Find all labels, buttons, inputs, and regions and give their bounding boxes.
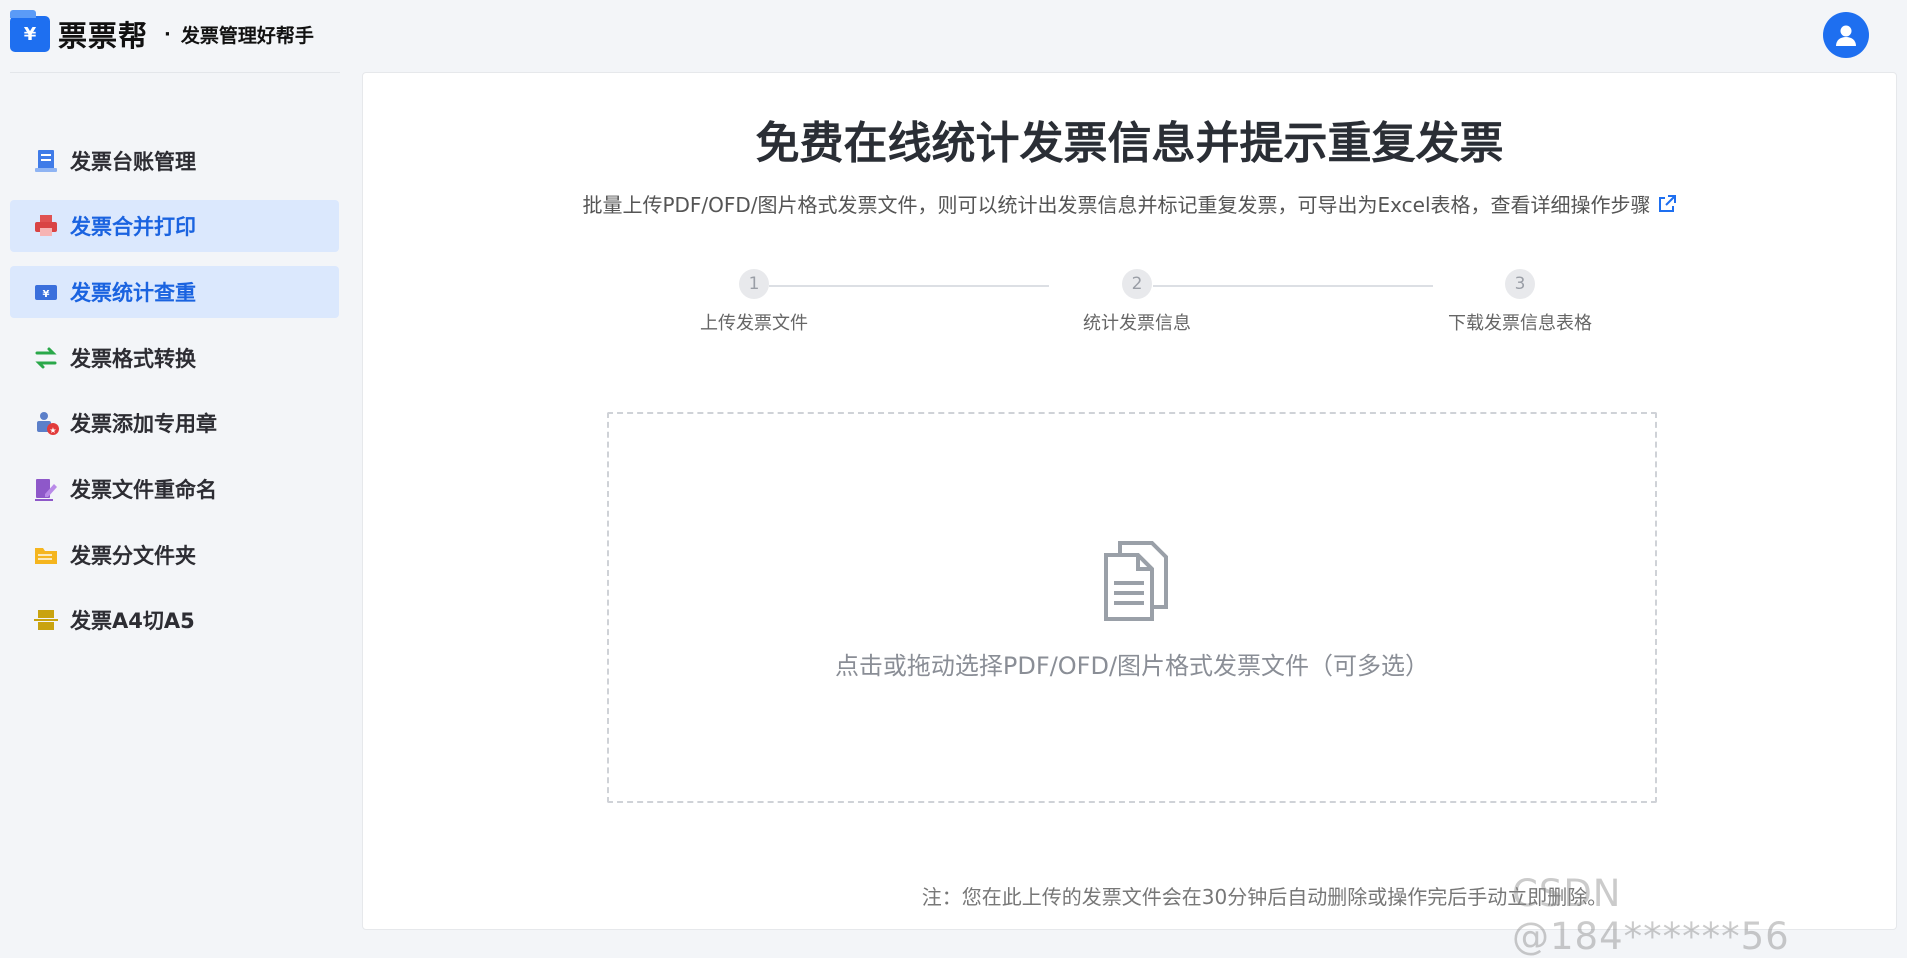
documents-icon: [1100, 539, 1172, 627]
brand-separator: ·: [164, 23, 171, 45]
step-label: 上传发票文件: [700, 313, 808, 334]
sidebar-item-label: 发票合并打印: [70, 215, 196, 239]
sidebar-item-label: 发票文件重命名: [70, 478, 217, 502]
sidebar-item-label: 发票分文件夹: [70, 544, 196, 568]
sidebar-item-folders[interactable]: 发票分文件夹: [10, 529, 339, 581]
stamp-icon: ★: [32, 409, 60, 437]
folder-icon: [32, 541, 60, 569]
file-dropzone[interactable]: 点击或拖动选择PDF/OFD/图片格式发票文件（可多选）: [607, 412, 1657, 803]
steps-indicator: 1 上传发票文件 2 统计发票信息 3 下载发票信息表格: [363, 269, 1896, 349]
step-number: 1: [739, 269, 769, 299]
sidebar-item-label: 发票A4切A5: [70, 609, 195, 633]
sidebar-item-merge-print[interactable]: 发票合并打印: [10, 200, 339, 252]
convert-arrows-icon: [32, 344, 60, 372]
sidebar-item-label: 发票添加专用章: [70, 412, 217, 436]
cut-icon: [32, 606, 60, 634]
step-number: 2: [1122, 269, 1152, 299]
sidebar-item-ledger[interactable]: 发票台账管理: [10, 135, 339, 187]
ledger-icon: [32, 147, 60, 175]
rename-edit-icon: [32, 475, 60, 503]
svg-text:★: ★: [49, 426, 56, 435]
page-title: 免费在线统计发票信息并提示重复发票: [755, 118, 1504, 169]
user-avatar-icon[interactable]: [1823, 12, 1869, 58]
sidebar-item-a4-to-a5[interactable]: 发票A4切A5: [10, 594, 339, 646]
printer-icon: [32, 212, 60, 240]
logo-mark-icon: ¥: [10, 10, 50, 52]
top-bar: ¥ 票票帮 · 发票管理好帮手: [0, 0, 1907, 72]
top-divider: [10, 72, 340, 73]
sidebar-item-label: 发票格式转换: [70, 347, 196, 371]
external-link-icon[interactable]: [1657, 194, 1677, 219]
step-3: 3 下载发票信息表格: [1420, 269, 1620, 335]
svg-text:¥: ¥: [43, 289, 50, 300]
step-number: 3: [1505, 269, 1535, 299]
brand-tagline: 发票管理好帮手: [180, 24, 314, 47]
statistics-icon: ¥: [32, 278, 60, 306]
brand-name: 票票帮: [58, 19, 149, 53]
sidebar-item-format-convert[interactable]: 发票格式转换: [10, 332, 339, 384]
watermark: CSDN @184******56: [1512, 872, 1790, 958]
logo[interactable]: ¥ 票票帮 · 发票管理好帮手: [10, 10, 314, 54]
sidebar-item-rename[interactable]: 发票文件重命名: [10, 463, 339, 515]
step-2: 2 统计发票信息: [1037, 269, 1237, 335]
main-panel: 免费在线统计发票信息并提示重复发票 批量上传PDF/OFD/图片格式发票文件，则…: [362, 72, 1897, 930]
subtitle-text: 批量上传PDF/OFD/图片格式发票文件，则可以统计出发票信息并标记重复发票，可…: [582, 193, 1651, 217]
step-1: 1 上传发票文件: [654, 269, 854, 335]
sidebar-item-statistics[interactable]: ¥ 发票统计查重: [10, 266, 339, 318]
sidebar-item-label: 发票台账管理: [70, 150, 196, 174]
dropzone-text: 点击或拖动选择PDF/OFD/图片格式发票文件（可多选）: [834, 652, 1430, 680]
sidebar-item-add-stamp[interactable]: ★ 发票添加专用章: [10, 397, 339, 449]
step-label: 下载发票信息表格: [1448, 313, 1592, 334]
page-subtitle: 批量上传PDF/OFD/图片格式发票文件，则可以统计出发票信息并标记重复发票，可…: [363, 189, 1896, 219]
step-label: 统计发票信息: [1083, 313, 1191, 334]
sidebar-item-label: 发票统计查重: [70, 281, 196, 305]
